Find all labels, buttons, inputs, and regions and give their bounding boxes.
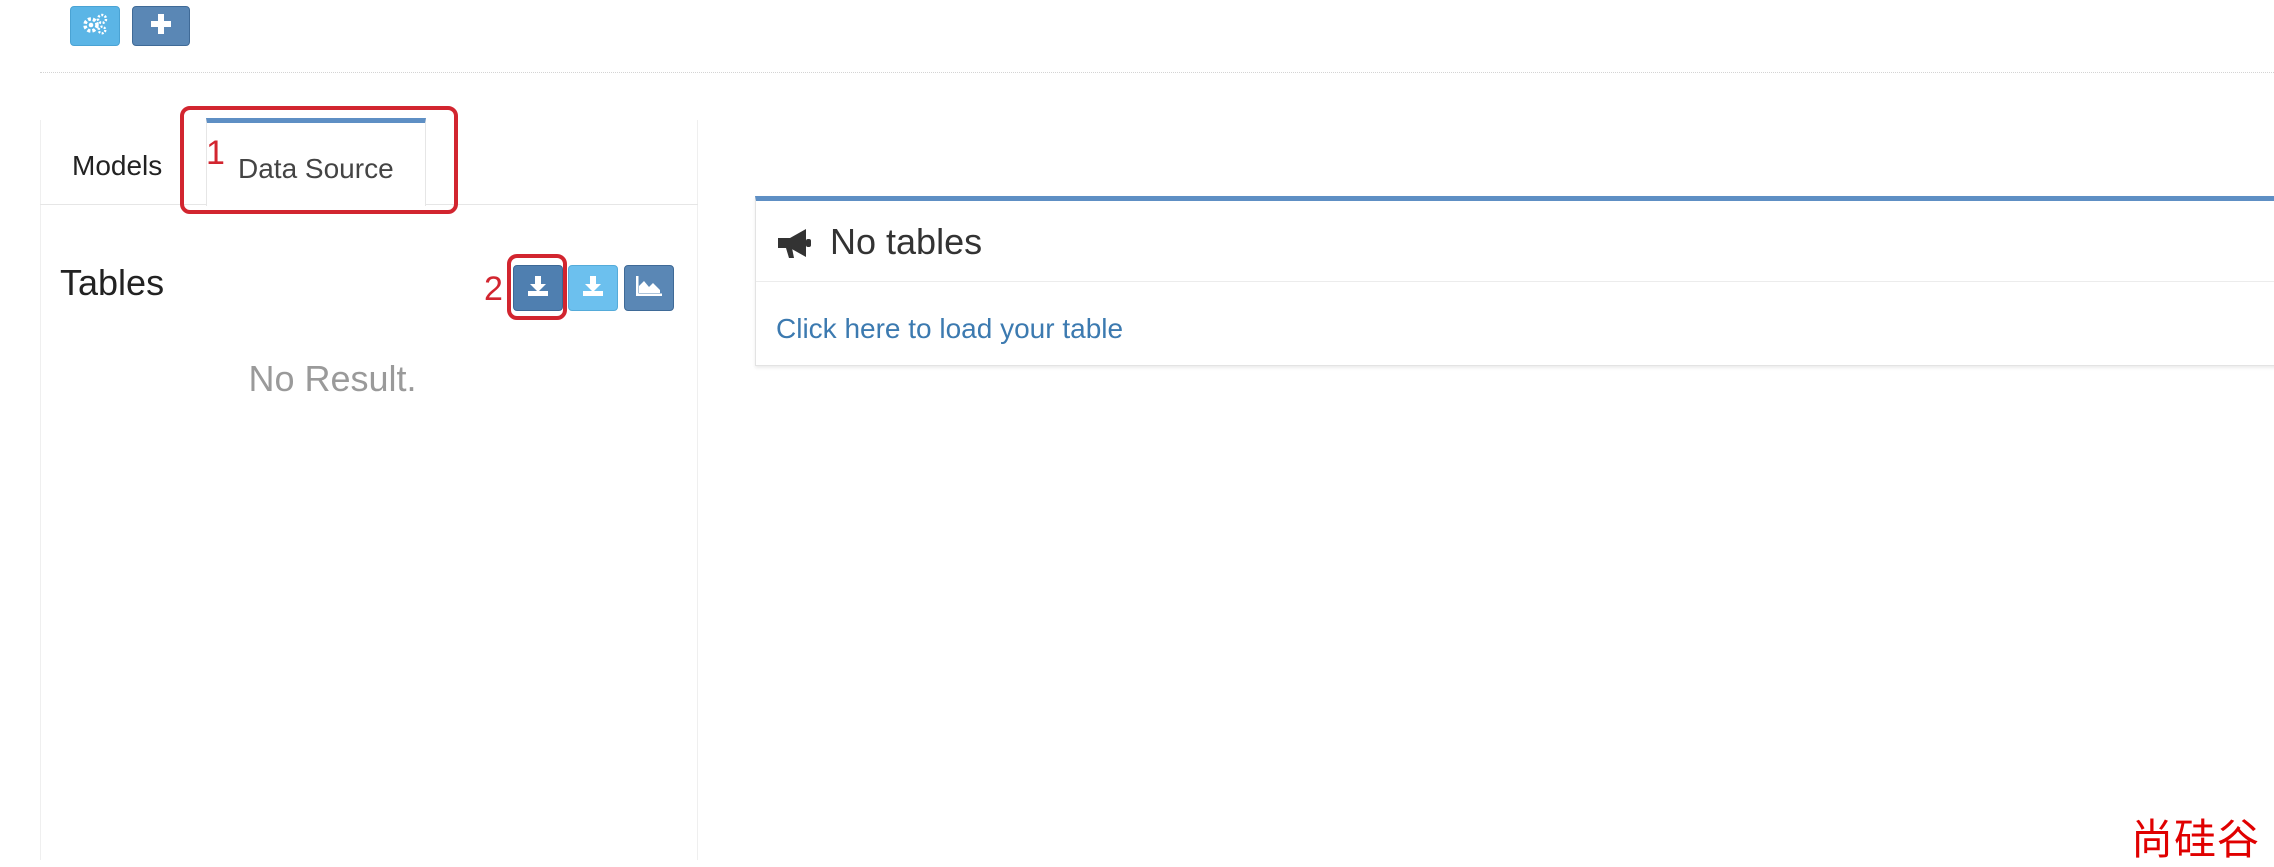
no-result-text: No Result.	[248, 358, 417, 399]
gears-icon	[81, 12, 109, 41]
bullhorn-icon	[776, 227, 814, 264]
left-panel	[40, 120, 698, 860]
no-tables-card: No tables Click here to load your table	[755, 196, 2274, 366]
tables-title: Tables	[60, 262, 165, 303]
annotation-box-2	[507, 254, 567, 320]
load-table-button[interactable]	[568, 265, 618, 311]
watermark: 尚硅谷	[2130, 815, 2260, 864]
streaming-table-button[interactable]	[624, 265, 674, 311]
tab-models[interactable]: Models	[72, 150, 162, 182]
add-button[interactable]	[132, 6, 190, 46]
download-icon	[581, 274, 605, 303]
card-header: No tables	[756, 201, 2274, 282]
plus-icon	[150, 13, 172, 40]
load-table-link[interactable]: Click here to load your table	[776, 313, 1123, 345]
annotation-number-2: 2	[484, 270, 503, 308]
area-chart-icon	[635, 275, 663, 302]
card-title: No tables	[830, 221, 983, 262]
toolbar-divider	[40, 72, 2274, 73]
settings-button[interactable]	[70, 6, 120, 46]
annotation-number-1: 1	[206, 134, 225, 172]
